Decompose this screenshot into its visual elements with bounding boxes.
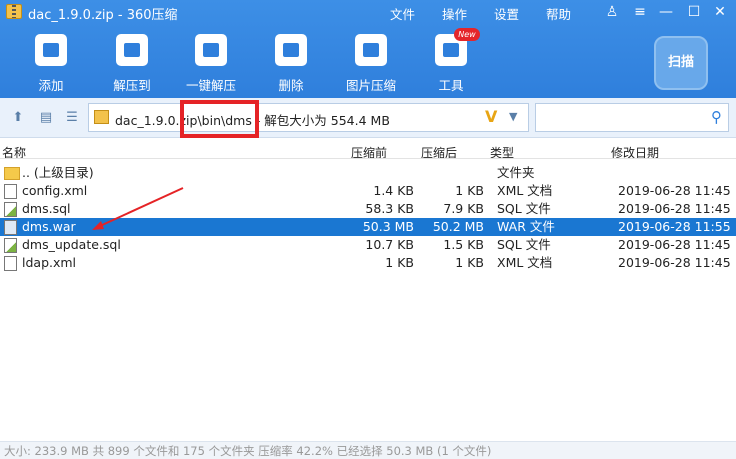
file-type: XML 文档 (497, 183, 553, 198)
file-packed-size: 58.3 KB (365, 201, 414, 216)
file-row[interactable]: config.xml 1.4 KB 1 KB XML 文档 2019-06-28 11:… (0, 182, 736, 200)
folder-file-icon (4, 167, 20, 180)
menu-operation[interactable]: 操作 (442, 4, 467, 23)
file-date: 2019-06-28 11:45 (618, 237, 731, 252)
scan-button[interactable]: 扫描 (654, 36, 708, 90)
menu-settings[interactable]: 设置 (494, 4, 519, 23)
annotation-highlight-box (180, 100, 259, 138)
sql-file-icon (4, 202, 17, 217)
up-arrow-icon[interactable]: ⬆ (10, 110, 26, 126)
file-name: ldap.xml (22, 255, 77, 270)
close-icon[interactable]: ✕ (710, 2, 730, 22)
xml-file-icon (4, 184, 17, 199)
file-date: 2019-06-28 11:45 (618, 183, 731, 198)
main-menu-icon[interactable]: ≡ (630, 2, 650, 22)
file-row[interactable]: dms.sql 58.3 KB 7.9 KB SQL 文件 2019-06-28 11:… (0, 200, 736, 218)
menu-help[interactable]: 帮助 (546, 4, 571, 23)
delete-button[interactable]: 删除 (256, 34, 326, 94)
title-bar: dac_1.9.0.zip - 360压缩 文件 操作 设置 帮助 ♙ ≡ — … (0, 0, 736, 24)
one-click-extract-label: 一键解压 (185, 78, 236, 93)
chevron-down-icon[interactable]: ▼ (509, 110, 517, 123)
search-input[interactable]: ⚲ (535, 103, 729, 132)
address-bar[interactable]: dac_1.9.0.zip\bin\dms - 解包大小为 554.4 MB V… (88, 103, 529, 132)
delete-icon (275, 34, 307, 66)
file-type: SQL 文件 (497, 237, 551, 252)
file-row[interactable]: dms_update.sql 10.7 KB 1.5 KB SQL 文件 2019-06… (0, 236, 736, 254)
zip-file-icon (94, 110, 109, 124)
file-compressed-size: 1 KB (455, 183, 484, 198)
header-divider (0, 158, 736, 159)
image-compress-icon (355, 34, 387, 66)
zip-app-icon (6, 4, 22, 19)
file-name: dms.war (22, 219, 76, 234)
file-date: 2019-06-28 11:45 (618, 201, 731, 216)
file-packed-size: 10.7 KB (365, 237, 414, 252)
file-compressed-size: 1 KB (455, 255, 484, 270)
image-compress-label: 图片压缩 (345, 78, 396, 93)
file-type: XML 文档 (497, 255, 553, 270)
file-date: 2019-06-28 11:55 (618, 219, 731, 234)
file-compressed-size: 1.5 KB (443, 237, 484, 252)
one-click-extract-button[interactable]: 一键解压 (176, 34, 246, 94)
file-row[interactable]: dms.war 50.3 MB 50.2 MB WAR 文件 2019-06-28 11… (0, 218, 736, 236)
search-icon[interactable]: ⚲ (711, 108, 722, 126)
maximize-icon[interactable]: ☐ (684, 2, 704, 22)
file-packed-size: 1.4 KB (373, 183, 414, 198)
sql-file-icon (4, 238, 17, 253)
tools-button[interactable]: 工具 (416, 34, 486, 94)
file-date: 2019-06-28 11:45 (618, 255, 731, 270)
add-button[interactable]: 添加 (16, 34, 86, 94)
extract-to-button[interactable]: 解压到 (97, 34, 167, 94)
add-label: 添加 (38, 78, 64, 93)
delete-label: 删除 (278, 78, 304, 93)
list-view-icon[interactable]: ☰ (64, 110, 80, 126)
add-icon (35, 34, 67, 66)
v-logo-icon: V (485, 107, 498, 126)
status-bar: 大小: 233.9 MB 共 899 个文件和 175 个文件夹 压缩率 42.… (0, 441, 736, 459)
new-badge: New (454, 28, 480, 41)
window-title: dac_1.9.0.zip - 360压缩 (28, 8, 178, 23)
file-compressed-size: 7.9 KB (443, 201, 484, 216)
file-type: 文件夹 (497, 165, 535, 180)
file-compressed-size: 50.2 MB (432, 219, 484, 234)
file-row[interactable]: .. (上级目录) 文件夹 (0, 164, 736, 182)
file-name: dms_update.sql (22, 237, 121, 252)
tools-label: 工具 (438, 78, 464, 93)
detail-view-icon[interactable]: ▤ (38, 110, 54, 126)
file-row[interactable]: ldap.xml 1 KB 1 KB XML 文档 2019-06-28 11:45 (0, 254, 736, 272)
extract-to-icon (116, 34, 148, 66)
image-compress-button[interactable]: 图片压缩 (336, 34, 406, 94)
file-type: SQL 文件 (497, 201, 551, 216)
file-packed-size: 1 KB (385, 255, 414, 270)
extract-to-label: 解压到 (113, 78, 151, 93)
file-packed-size: 50.3 MB (362, 219, 414, 234)
header: dac_1.9.0.zip - 360压缩 文件 操作 设置 帮助 ♙ ≡ — … (0, 0, 736, 98)
file-name: dms.sql (22, 201, 71, 216)
xml-file-icon (4, 256, 17, 271)
one-click-extract-icon (195, 34, 227, 66)
minimize-icon[interactable]: — (656, 2, 676, 22)
menu-file[interactable]: 文件 (390, 4, 415, 23)
file-name: config.xml (22, 183, 88, 198)
war-file-icon (4, 220, 17, 235)
skin-icon[interactable]: ♙ (602, 2, 622, 22)
file-type: WAR 文件 (497, 219, 555, 234)
file-name: .. (上级目录) (22, 165, 94, 180)
address-row: ⬆ ▤ ☰ dac_1.9.0.zip\bin\dms - 解包大小为 554.… (0, 98, 736, 138)
